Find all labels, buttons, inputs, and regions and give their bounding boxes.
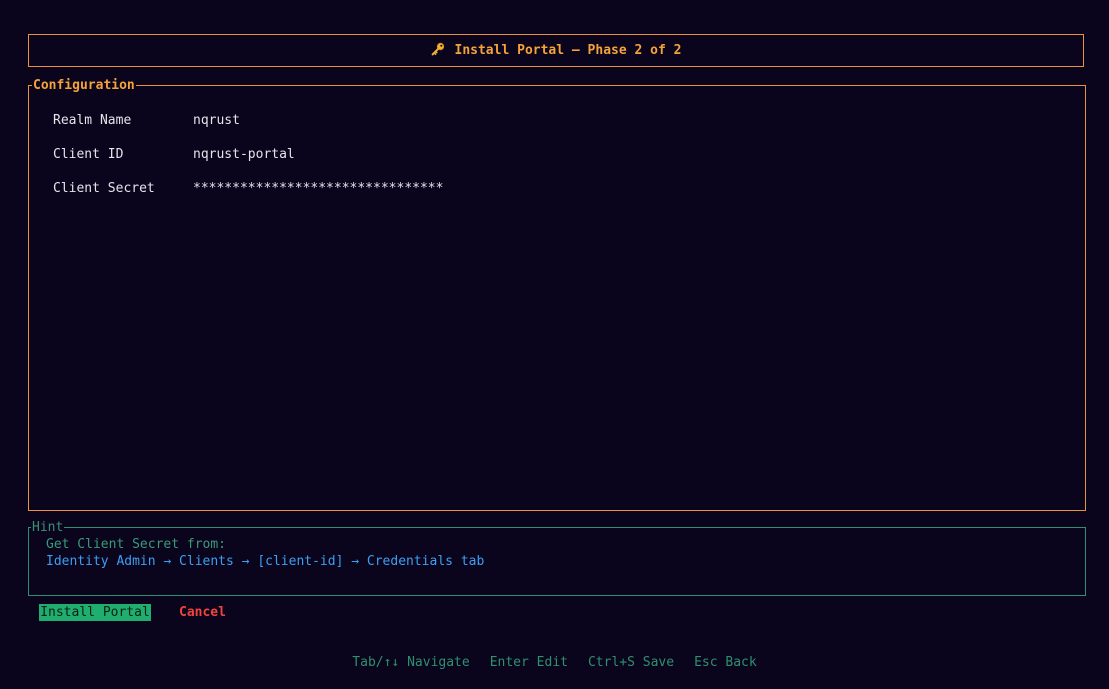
install-portal-screen: Install Portal — Phase 2 of 2 Configurat…: [0, 0, 1109, 689]
field-label: Client Secret: [53, 180, 155, 196]
cancel-button[interactable]: Cancel: [179, 604, 226, 621]
install-portal-button[interactable]: Install Portal: [39, 604, 151, 621]
realm-name-value[interactable]: nqrust: [193, 113, 240, 128]
client-secret-value[interactable]: ********************************: [193, 181, 443, 196]
configuration-panel: Configuration Realm Name nqrust Client I…: [28, 78, 1086, 511]
field-client-id[interactable]: Client ID nqrust-portal: [53, 145, 295, 163]
page-title: Install Portal — Phase 2 of 2: [454, 43, 682, 58]
keybinding-footer: Tab/↑↓ Navigate Enter Edit Ctrl+S Save E…: [0, 655, 1109, 670]
field-label: Client ID: [53, 146, 124, 162]
hint-path: Identity Admin → Clients → [client-id] →…: [46, 554, 485, 569]
footer-hint-back: Esc Back: [694, 655, 757, 670]
footer-hint-edit: Enter Edit: [489, 655, 568, 670]
footer-hint-navigate: Tab/↑↓ Navigate: [352, 655, 470, 670]
configuration-legend: Configuration: [32, 78, 136, 93]
field-label: Realm Name: [53, 112, 132, 128]
footer-hint-save: Ctrl+S Save: [587, 655, 675, 670]
hint-legend: Hint: [31, 520, 65, 535]
hint-panel: Hint Get Client Secret from: Identity Ad…: [28, 520, 1086, 596]
field-client-secret[interactable]: Client Secret **************************…: [53, 179, 443, 197]
field-realm-name[interactable]: Realm Name nqrust: [53, 111, 240, 129]
client-id-value[interactable]: nqrust-portal: [193, 147, 295, 162]
hint-text: Get Client Secret from:: [46, 537, 227, 552]
title-bar: Install Portal — Phase 2 of 2: [28, 34, 1084, 67]
key-icon: [431, 42, 445, 60]
